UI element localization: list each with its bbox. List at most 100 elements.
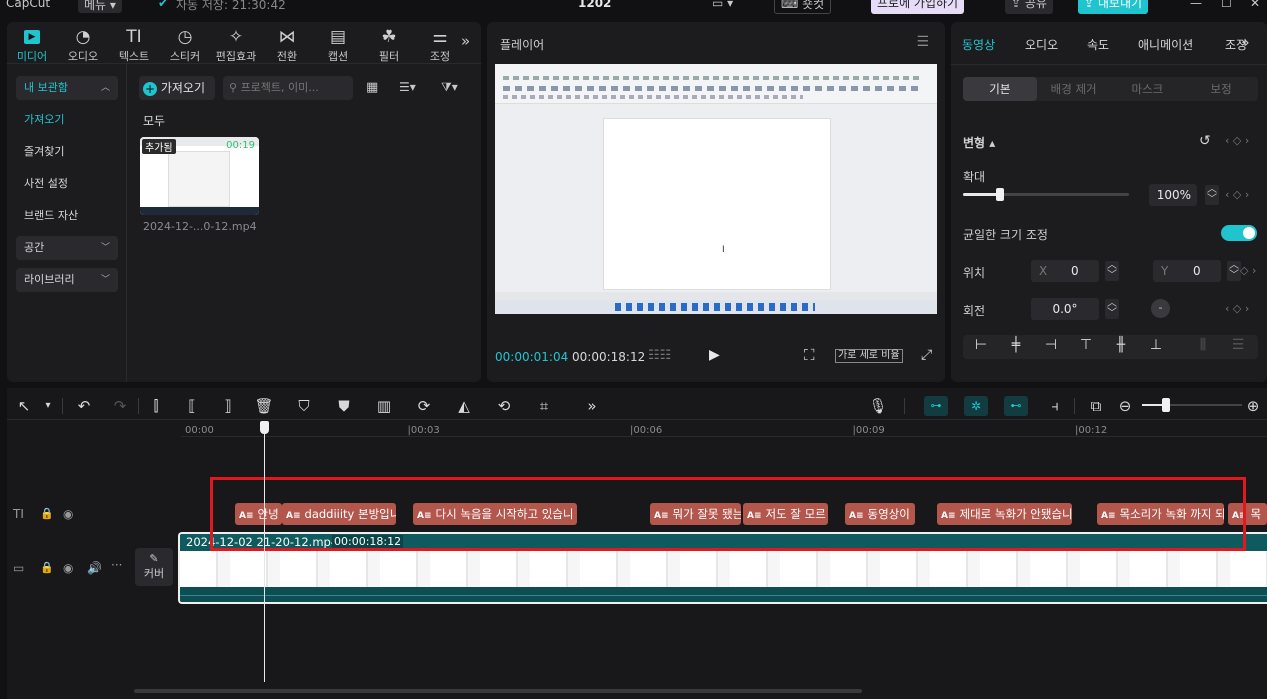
microphone-icon[interactable]: 🎙: [868, 396, 888, 416]
media-clip-thumbnail[interactable]: 추가됨 00:19: [140, 137, 259, 215]
delete-icon[interactable]: 🗑: [254, 396, 274, 416]
import-button[interactable]: + 가져오기: [139, 76, 215, 100]
inspector-tab-2[interactable]: 속도: [1087, 36, 1109, 53]
main-track-magnet-icon[interactable]: ⊶: [924, 396, 948, 416]
tab-filter[interactable]: ☘ 필터: [364, 26, 414, 64]
grid-view-icon[interactable]: ▦: [366, 80, 378, 95]
playhead-handle[interactable]: [260, 421, 269, 434]
crop-icon[interactable]: ⌗: [534, 396, 554, 416]
aspect-ratio-button[interactable]: 가로 세로 비율: [835, 349, 903, 363]
tab-sticker[interactable]: ◷ 스티커: [160, 26, 210, 64]
uniform-scale-toggle[interactable]: [1221, 225, 1257, 241]
inspector-subtab-3[interactable]: 보정: [1184, 77, 1258, 101]
eye-icon[interactable]: ◉: [63, 507, 73, 521]
split-preview-icon[interactable]: ⫞: [1045, 396, 1065, 416]
select-pointer-icon[interactable]: ↖: [14, 396, 34, 416]
split-icon[interactable]: ⫿: [146, 396, 166, 416]
timeline-scrollbar[interactable]: [134, 689, 862, 693]
playhead-line[interactable]: [264, 430, 265, 682]
project-title[interactable]: 1202: [578, 0, 611, 10]
align-center-h-icon[interactable]: ╪: [1005, 337, 1027, 353]
scale-input[interactable]: 100%: [1149, 184, 1197, 206]
minimize-icon[interactable]: —: [1190, 0, 1202, 10]
maximize-icon[interactable]: ☐: [1221, 0, 1232, 10]
inspector-subtab-2[interactable]: 마스크: [1111, 77, 1185, 101]
tab-transition[interactable]: ⋈ 전환: [262, 26, 312, 64]
reverse-icon[interactable]: ⟳: [414, 396, 434, 416]
play-icon[interactable]: ▶: [709, 347, 720, 363]
tab-caption[interactable]: ▤ 캡션: [313, 26, 363, 64]
tab-text[interactable]: TI 텍스트: [109, 26, 159, 64]
split-left-icon[interactable]: ⟦: [182, 396, 202, 416]
split-right-icon[interactable]: ⟧: [218, 396, 238, 416]
scale-slider-handle[interactable]: [995, 188, 1004, 201]
keyframe-icon[interactable]: ‹ ◇ ›: [1225, 302, 1249, 315]
position-y-input[interactable]: Y0: [1153, 260, 1221, 282]
mirror-icon[interactable]: ◭: [454, 396, 474, 416]
inspector-tab-0[interactable]: 동영상: [962, 36, 995, 53]
scale-slider[interactable]: [963, 188, 1129, 201]
tab-media[interactable]: ▶ 미디어: [7, 26, 57, 64]
pro-button[interactable]: 프로에 가입하기: [871, 0, 965, 14]
auto-snap-icon[interactable]: ✲: [964, 396, 988, 416]
zoom-slider-handle[interactable]: [1162, 398, 1170, 412]
align-right-icon[interactable]: ⊣: [1040, 337, 1062, 353]
lock-icon[interactable]: 🔒: [40, 561, 54, 574]
filter-icon[interactable]: ⧩▾: [441, 80, 458, 95]
sidebar-item-favorites[interactable]: 즐겨찾기: [16, 140, 118, 164]
align-left-icon[interactable]: ⊢: [970, 337, 992, 353]
tab-effects[interactable]: ✧ 편집효과: [211, 26, 261, 64]
cover-button[interactable]: ✎ 2024-12-02 21-20-12.mp4 커버: [135, 548, 173, 586]
mark-icon[interactable]: ⛉: [294, 396, 314, 416]
freeze-frame-icon[interactable]: ▥: [374, 396, 394, 416]
more-options-icon[interactable]: ···: [111, 558, 122, 572]
waveform-icon[interactable]: ☷☷: [648, 348, 671, 363]
inspector-subtab-0[interactable]: 기본: [963, 77, 1037, 101]
inspector-subtab-1[interactable]: 배경 제거: [1037, 77, 1111, 101]
position-y-stepper-icon[interactable]: ︿ ﹀: [1227, 261, 1241, 281]
align-top-icon[interactable]: ⊤: [1075, 337, 1097, 353]
volume-icon[interactable]: 🔊: [87, 561, 102, 575]
keyframe-icon[interactable]: ◇ ›: [1240, 264, 1256, 277]
more-tabs-icon[interactable]: »: [461, 32, 470, 50]
share-button[interactable]: ⇪ 공유: [1005, 0, 1053, 14]
sidebar-item-import[interactable]: 가져오기: [16, 108, 118, 132]
tab-audio[interactable]: ◔ 오디오: [58, 26, 108, 64]
lock-icon[interactable]: 🔒: [40, 507, 54, 520]
reset-icon[interactable]: ↺: [1199, 133, 1211, 149]
inspector-tab-1[interactable]: 오디오: [1025, 36, 1058, 53]
preview-axis-icon[interactable]: ⧉: [1086, 396, 1106, 416]
close-icon[interactable]: ✕: [1250, 0, 1260, 10]
rotation-stepper-icon[interactable]: ︿ ﹀: [1105, 299, 1119, 319]
shield-icon[interactable]: ⛊: [334, 396, 354, 416]
eye-icon[interactable]: ◉: [63, 561, 73, 575]
sidebar-library[interactable]: 라이브러리 ﹀: [16, 268, 118, 292]
zoom-out-icon[interactable]: ⊖: [1115, 396, 1135, 416]
align-center-v-icon[interactable]: ╫: [1110, 337, 1132, 353]
scale-stepper-icon[interactable]: ︿ ﹀: [1205, 185, 1219, 205]
position-x-stepper-icon[interactable]: ︿ ﹀: [1105, 261, 1119, 281]
shortcut-button[interactable]: ⌨ 숏컷: [774, 0, 832, 14]
menu-button[interactable]: 메뉴 ▾: [78, 0, 122, 13]
sidebar-item-presets[interactable]: 사전 설정: [16, 172, 118, 196]
fit-view-icon[interactable]: ⛶: [804, 346, 815, 364]
layout-icon[interactable]: ▭ ▾: [712, 0, 733, 10]
undo-icon[interactable]: ↶: [74, 396, 94, 416]
zoom-in-icon[interactable]: ⊕: [1243, 396, 1263, 416]
keyframe-icon[interactable]: ‹ ◇ ›: [1225, 188, 1249, 201]
sidebar-my-storage[interactable]: 내 보관함 ︿: [16, 76, 118, 100]
player-menu-icon[interactable]: ☰: [916, 34, 929, 50]
sort-icon[interactable]: ☰▾: [399, 80, 416, 94]
redo-icon[interactable]: ↷: [110, 396, 130, 416]
chevron-down-icon[interactable]: ▾: [38, 396, 58, 416]
keyframe-icon[interactable]: ‹ ◇ ›: [1225, 134, 1249, 147]
rotate-icon[interactable]: ⟲: [494, 396, 514, 416]
transform-label[interactable]: 변형 ▴: [963, 134, 995, 151]
position-x-input[interactable]: X0: [1031, 260, 1099, 282]
distribute-h-icon[interactable]: ⫼: [1192, 337, 1214, 353]
export-button[interactable]: ⇪ 내보내기: [1078, 0, 1149, 14]
linkage-icon[interactable]: ⊷: [1004, 396, 1028, 416]
zoom-slider[interactable]: [1142, 398, 1242, 412]
distribute-v-icon[interactable]: ☰: [1227, 337, 1249, 353]
sidebar-item-brand-assets[interactable]: 브랜드 자산: [16, 204, 118, 228]
